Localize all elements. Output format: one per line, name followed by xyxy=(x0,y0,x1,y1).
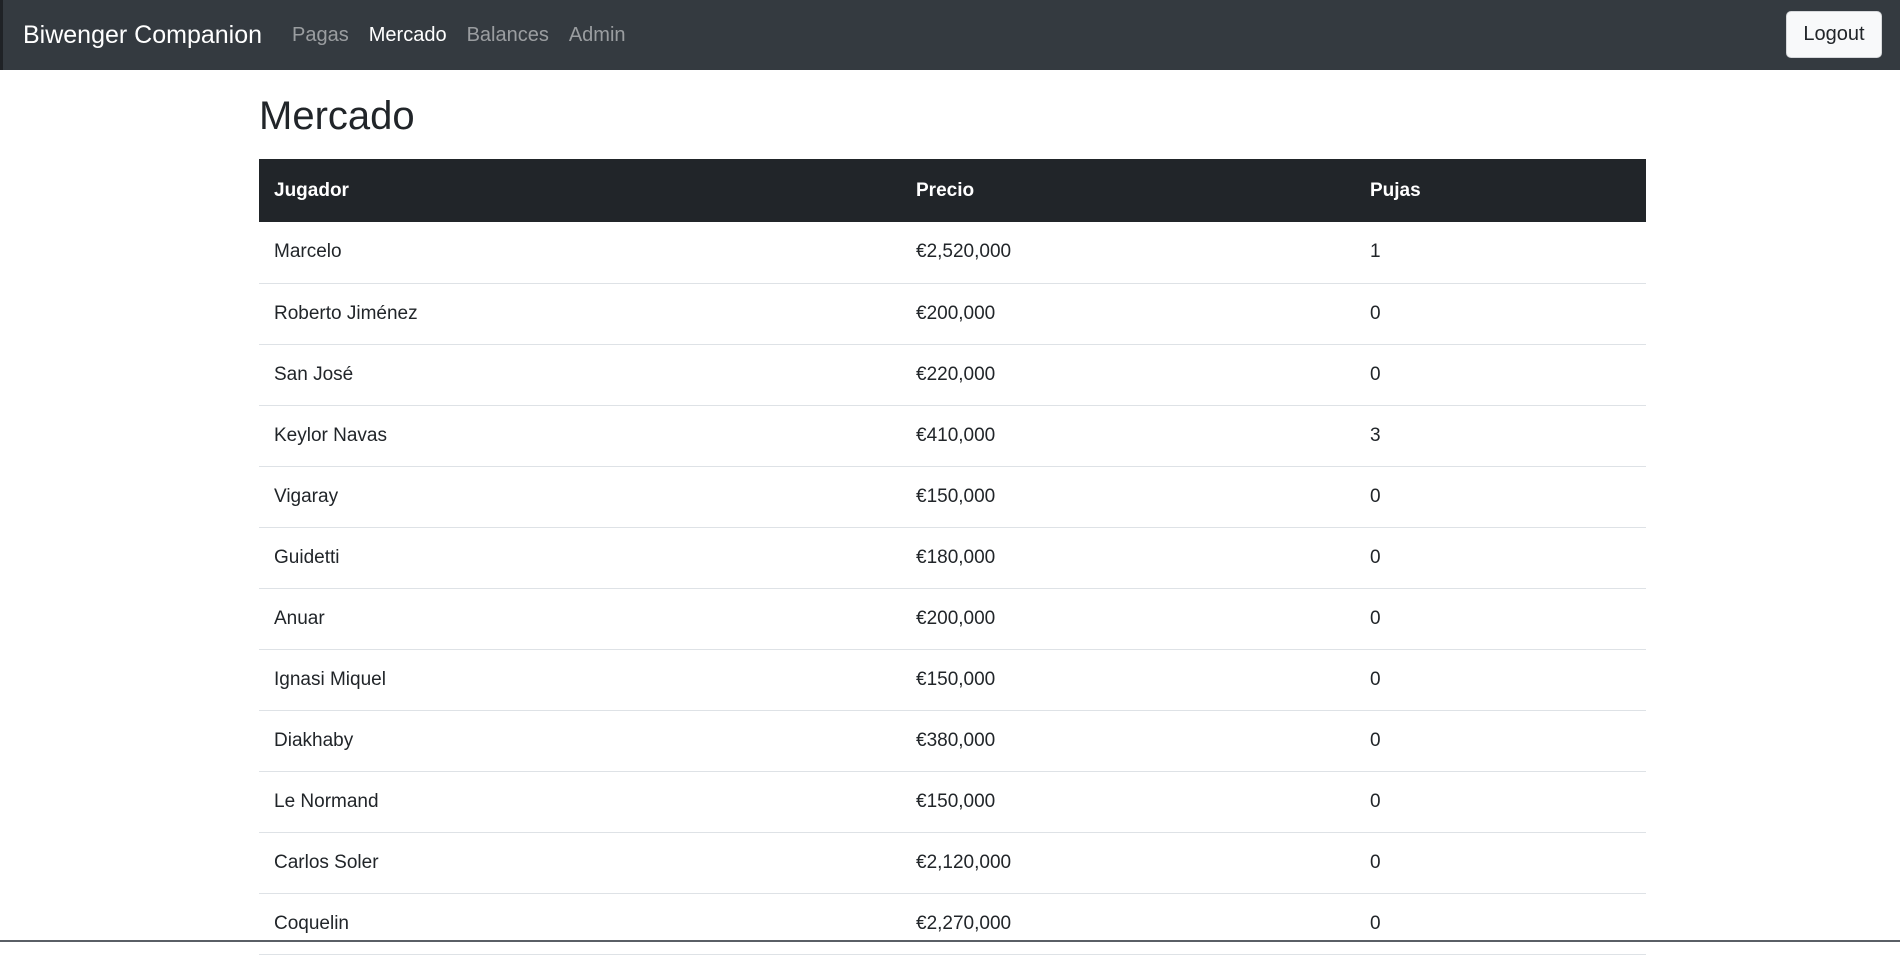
table-row: Roberto Jiménez €200,000 0 xyxy=(259,283,1646,344)
price-cell: €180,000 xyxy=(916,546,996,568)
player-name-cell: Carlos Soler xyxy=(274,851,379,873)
bids-cell: 1 xyxy=(1370,241,1381,263)
nav-link-pagas[interactable]: Pagas xyxy=(292,24,349,47)
table-row: Keylor Navas €410,000 3 xyxy=(259,405,1646,466)
page-title: Mercado xyxy=(259,94,415,138)
table-row: Ignasi Miquel €150,000 0 xyxy=(259,649,1646,710)
table-row: Coquelin €2,270,000 0 xyxy=(259,893,1646,954)
price-cell: €150,000 xyxy=(916,668,996,690)
player-name-cell: Ignasi Miquel xyxy=(274,668,386,690)
player-name-cell: Diakhaby xyxy=(274,729,354,751)
bids-cell: 0 xyxy=(1370,485,1381,507)
table-row: Carlos Soler €2,120,000 0 xyxy=(259,832,1646,893)
player-name-cell: Vigaray xyxy=(274,485,339,507)
price-cell: €2,120,000 xyxy=(916,851,1012,873)
table-row: Guidetti €180,000 0 xyxy=(259,527,1646,588)
player-name-cell: Guidetti xyxy=(274,546,340,568)
bids-cell: 0 xyxy=(1370,668,1381,690)
bids-cell: 0 xyxy=(1370,790,1381,812)
bids-cell: 0 xyxy=(1370,546,1381,568)
column-header-pujas: Pujas xyxy=(1370,179,1421,201)
table-row: Marcelo €2,520,000 1 xyxy=(259,222,1646,283)
nav-link-balances[interactable]: Balances xyxy=(467,24,549,47)
table-header: Jugador Precio Pujas xyxy=(259,159,1646,222)
price-cell: €2,270,000 xyxy=(916,912,1012,934)
bids-cell: 3 xyxy=(1370,424,1381,446)
brand-link[interactable]: Biwenger Companion xyxy=(23,21,262,50)
player-name-cell: Marcelo xyxy=(274,241,342,263)
bids-cell: 0 xyxy=(1370,363,1381,385)
column-header-precio: Precio xyxy=(916,179,975,201)
logout-button[interactable]: Logout xyxy=(1786,11,1882,58)
table-body: Marcelo €2,520,000 1 Roberto Jiménez €200,00… xyxy=(259,222,1646,954)
table-row: Diakhaby €380,000 0 xyxy=(259,710,1646,771)
top-navbar: Biwenger Companion Pagas Mercado Balance… xyxy=(0,0,1900,70)
table-row: Vigaray €150,000 0 xyxy=(259,466,1646,527)
nav-link-admin[interactable]: Admin xyxy=(569,24,626,47)
price-cell: €150,000 xyxy=(916,485,996,507)
bids-cell: 0 xyxy=(1370,851,1381,873)
price-cell: €150,000 xyxy=(916,790,996,812)
price-cell: €200,000 xyxy=(916,302,996,324)
player-name-cell: Le Normand xyxy=(274,790,379,812)
table-header-row: Jugador Precio Pujas xyxy=(259,159,1646,222)
player-name-cell: Coquelin xyxy=(274,912,349,934)
main-content: Mercado Jugador Precio Pujas Marcelo €2,5… xyxy=(259,70,1646,955)
price-cell: €200,000 xyxy=(916,607,996,629)
player-name-cell: Keylor Navas xyxy=(274,424,387,446)
price-cell: €380,000 xyxy=(916,729,996,751)
bids-cell: 0 xyxy=(1370,729,1381,751)
bids-cell: 0 xyxy=(1370,912,1381,934)
table-row: Le Normand €150,000 0 xyxy=(259,771,1646,832)
nav-links: Pagas Mercado Balances Admin xyxy=(292,24,646,47)
price-cell: €410,000 xyxy=(916,424,996,446)
price-cell: €220,000 xyxy=(916,363,996,385)
table-row: San José €220,000 0 xyxy=(259,344,1646,405)
player-name-cell: Anuar xyxy=(274,607,325,629)
market-table: Jugador Precio Pujas Marcelo €2,520,000 1 R… xyxy=(259,159,1646,955)
nav-link-mercado[interactable]: Mercado xyxy=(369,24,447,47)
table-row: Anuar €200,000 0 xyxy=(259,588,1646,649)
player-name-cell: San José xyxy=(274,363,354,385)
player-name-cell: Roberto Jiménez xyxy=(274,302,418,324)
price-cell: €2,520,000 xyxy=(916,241,1012,263)
bids-cell: 0 xyxy=(1370,607,1381,629)
column-header-jugador: Jugador xyxy=(274,179,349,201)
bids-cell: 0 xyxy=(1370,302,1381,324)
